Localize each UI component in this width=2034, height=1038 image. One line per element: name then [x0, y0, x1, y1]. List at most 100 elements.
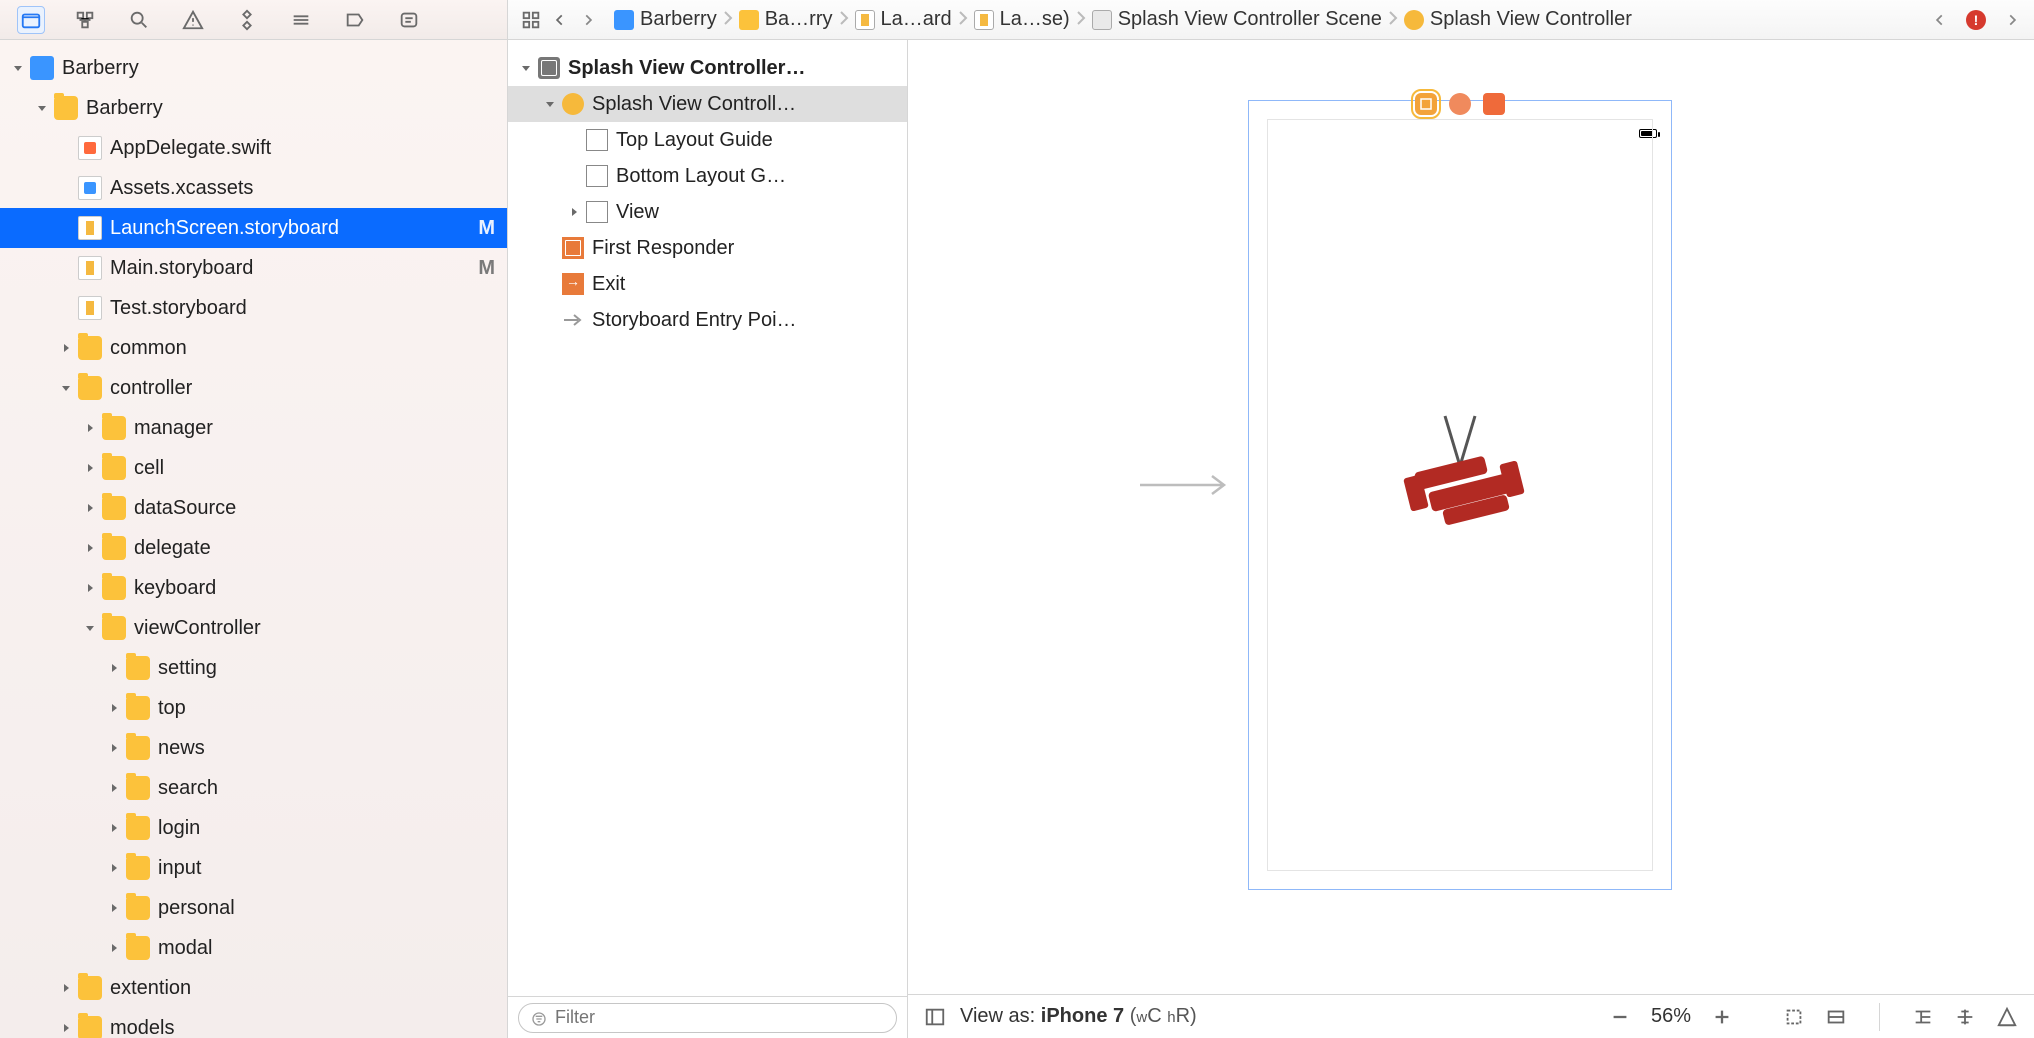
- navigator-row[interactable]: Assets.xcassets: [0, 168, 507, 208]
- disclosure-right-icon[interactable]: [82, 460, 98, 476]
- outline-row[interactable]: Bottom Layout G…: [508, 158, 907, 194]
- disclosure-down-icon[interactable]: [34, 100, 50, 116]
- scene-badge-exit-icon[interactable]: [1483, 93, 1505, 115]
- chevron-right-icon: [1388, 8, 1398, 31]
- disclosure-right-icon[interactable]: [82, 500, 98, 516]
- navigator-row[interactable]: news: [0, 728, 507, 768]
- pin-button[interactable]: [1954, 1006, 1976, 1028]
- zoom-in-button[interactable]: [1711, 1006, 1733, 1028]
- navigator-row[interactable]: common: [0, 328, 507, 368]
- navigator-row[interactable]: top: [0, 688, 507, 728]
- navigator-row[interactable]: input: [0, 848, 507, 888]
- embed-in-button[interactable]: [1825, 1006, 1847, 1028]
- navigator-row[interactable]: search: [0, 768, 507, 808]
- navigator-row[interactable]: Barberry: [0, 88, 507, 128]
- outline-filter-field[interactable]: [518, 1003, 897, 1033]
- navigator-row[interactable]: setting: [0, 648, 507, 688]
- navigator-row[interactable]: models: [0, 1008, 507, 1038]
- debug-navigator-tab[interactable]: [288, 7, 314, 33]
- zoom-out-button[interactable]: [1609, 1006, 1631, 1028]
- disclosure-right-icon[interactable]: [82, 420, 98, 436]
- outline-row[interactable]: Splash View Controller…: [508, 50, 907, 86]
- disclosure-down-icon[interactable]: [10, 60, 26, 76]
- disclosure-right-icon[interactable]: [58, 1020, 74, 1036]
- disclosure-right-icon[interactable]: [566, 204, 582, 220]
- navigator-row[interactable]: extention: [0, 968, 507, 1008]
- scene-badge-first-responder-icon[interactable]: [1449, 93, 1471, 115]
- splash-logo-imageview[interactable]: [1385, 406, 1535, 552]
- view-as-label[interactable]: View as: iPhone 7 (wC hR): [960, 1005, 1197, 1028]
- align-button[interactable]: [1912, 1006, 1934, 1028]
- navigator-row[interactable]: Test.storyboard: [0, 288, 507, 328]
- resolve-issues-button[interactable]: [1996, 1006, 2018, 1028]
- outline-row[interactable]: First Responder: [508, 230, 907, 266]
- update-frames-button[interactable]: [1783, 1006, 1805, 1028]
- breadcrumb-item[interactable]: La…se): [974, 8, 1070, 31]
- navigator-row[interactable]: login: [0, 808, 507, 848]
- disclosure-down-icon[interactable]: [542, 96, 558, 112]
- breadcrumb-item[interactable]: Barberry: [614, 8, 717, 31]
- outline-row[interactable]: View: [508, 194, 907, 230]
- storyboard-canvas[interactable]: [908, 40, 2034, 994]
- outline-label: Splash View Controller…: [568, 57, 899, 80]
- disclosure-right-icon[interactable]: [106, 740, 122, 756]
- breadcrumb-label: Barberry: [640, 8, 717, 31]
- breadcrumb-prev-button[interactable]: [1928, 8, 1952, 32]
- breadcrumb-item[interactable]: Splash View Controller: [1404, 8, 1632, 31]
- navigator-row[interactable]: Main.storyboardM: [0, 248, 507, 288]
- disclosure-right-icon[interactable]: [106, 860, 122, 876]
- navigator-row[interactable]: cell: [0, 448, 507, 488]
- navigator-row[interactable]: modal: [0, 928, 507, 968]
- disclosure-right-icon[interactable]: [106, 700, 122, 716]
- navigator-row[interactable]: AppDelegate.swift: [0, 128, 507, 168]
- jump-back-button[interactable]: [548, 8, 572, 32]
- scm-status-badge: M: [478, 217, 495, 240]
- navigator-row[interactable]: Barberry: [0, 48, 507, 88]
- navigator-row[interactable]: keyboard: [0, 568, 507, 608]
- breadcrumb-next-button[interactable]: [2000, 8, 2024, 32]
- navigator-row[interactable]: LaunchScreen.storyboardM: [0, 208, 507, 248]
- outline-toggle-button[interactable]: [924, 1006, 946, 1028]
- navigator-row[interactable]: dataSource: [0, 488, 507, 528]
- disclosure-down-icon[interactable]: [58, 380, 74, 396]
- disclosure-down-icon[interactable]: [82, 620, 98, 636]
- breakpoints-navigator-tab[interactable]: [342, 7, 368, 33]
- disclosure-right-icon[interactable]: [82, 580, 98, 596]
- outline-row[interactable]: Top Layout Guide: [508, 122, 907, 158]
- related-items-icon[interactable]: [518, 7, 544, 33]
- disclosure-right-icon[interactable]: [58, 980, 74, 996]
- navigator-row[interactable]: viewController: [0, 608, 507, 648]
- navigator-row[interactable]: controller: [0, 368, 507, 408]
- story-icon: [78, 216, 102, 240]
- log-navigator-tab[interactable]: [396, 7, 422, 33]
- outline-row[interactable]: Splash View Controll…: [508, 86, 907, 122]
- disclosure-right-icon[interactable]: [82, 540, 98, 556]
- disclosure-down-icon[interactable]: [518, 60, 534, 76]
- navigator-label: Barberry: [62, 57, 495, 80]
- navigator-row[interactable]: personal: [0, 888, 507, 928]
- tests-navigator-tab[interactable]: [234, 7, 260, 33]
- project-navigator-tab[interactable]: [18, 7, 44, 33]
- search-navigator-tab[interactable]: [126, 7, 152, 33]
- outline-row[interactable]: Exit: [508, 266, 907, 302]
- jump-forward-button[interactable]: [576, 8, 600, 32]
- disclosure-right-icon[interactable]: [106, 940, 122, 956]
- disclosure-right-icon[interactable]: [58, 340, 74, 356]
- breadcrumb-item[interactable]: Splash View Controller Scene: [1092, 8, 1382, 31]
- scene-frame[interactable]: [1248, 100, 1672, 890]
- breadcrumb-item[interactable]: La…ard: [855, 8, 952, 31]
- disclosure-right-icon[interactable]: [106, 820, 122, 836]
- navigator-row[interactable]: delegate: [0, 528, 507, 568]
- scene-badge-vc-icon[interactable]: [1415, 93, 1437, 115]
- outline-row[interactable]: Storyboard Entry Poi…: [508, 302, 907, 338]
- zoom-value[interactable]: 56%: [1651, 1005, 1691, 1028]
- issues-navigator-tab[interactable]: [180, 7, 206, 33]
- outline-filter-input[interactable]: [555, 1007, 884, 1028]
- disclosure-right-icon[interactable]: [106, 660, 122, 676]
- breadcrumb-item[interactable]: Ba…rry: [739, 8, 833, 31]
- issue-badge[interactable]: !: [1966, 10, 1986, 30]
- scm-navigator-tab[interactable]: [72, 7, 98, 33]
- disclosure-right-icon[interactable]: [106, 780, 122, 796]
- navigator-row[interactable]: manager: [0, 408, 507, 448]
- disclosure-right-icon[interactable]: [106, 900, 122, 916]
